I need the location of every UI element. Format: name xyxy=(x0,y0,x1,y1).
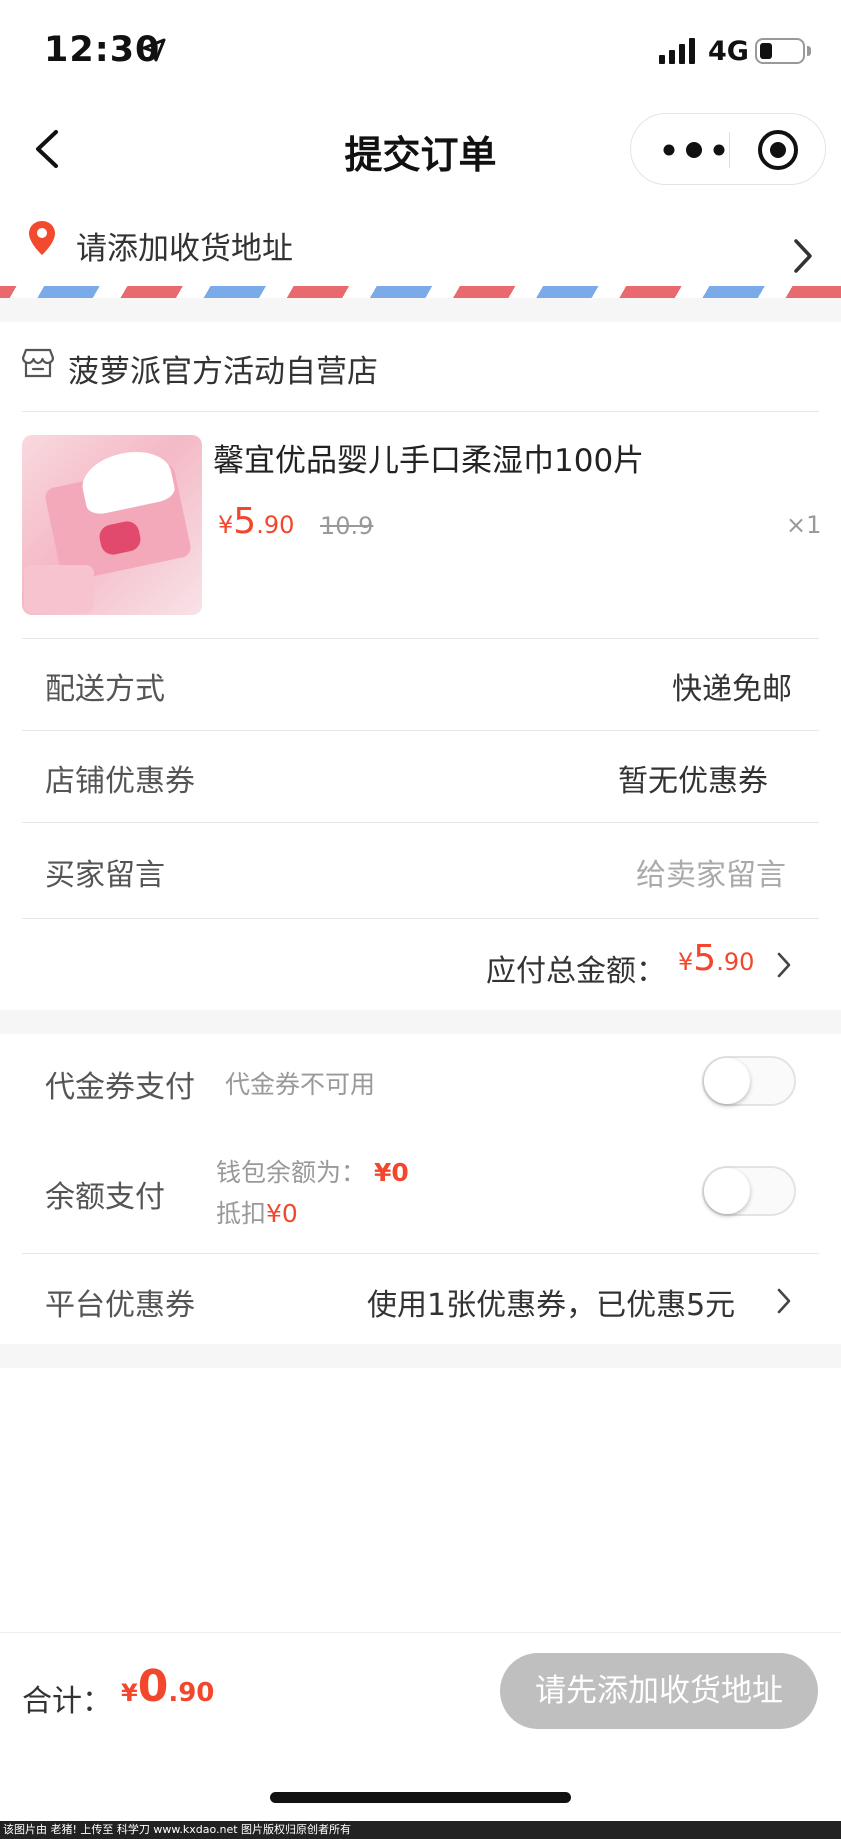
chevron-right-icon xyxy=(777,1288,791,1314)
buyer-message-input[interactable]: 给卖家留言 xyxy=(636,850,786,894)
store-coupon-value: 暂无优惠券 xyxy=(618,764,768,799)
store-name: 菠萝派官方活动自营店 xyxy=(68,354,378,390)
voucher-payment-row: 代金券支付 代金券不可用 xyxy=(0,1034,841,1126)
section-gap xyxy=(0,1344,841,1368)
divider xyxy=(22,822,819,823)
toggle-knob xyxy=(704,1168,750,1214)
more-dots-icon[interactable] xyxy=(659,136,729,164)
wallet-balance-amount: ¥0 xyxy=(373,1158,409,1187)
platform-coupon-value: 使用1张优惠券，已优惠5元 xyxy=(367,1288,736,1323)
capsule-divider xyxy=(729,132,730,168)
airmail-border-stripe xyxy=(0,286,841,298)
close-target-icon[interactable] xyxy=(756,128,800,172)
second-package-graphic xyxy=(24,565,94,613)
section-gap xyxy=(0,1010,841,1034)
sum-currency: ¥ xyxy=(121,1679,138,1707)
battery-icon xyxy=(755,38,805,64)
total-currency: ¥ xyxy=(678,948,694,976)
price-currency: ¥ xyxy=(218,511,234,539)
delivery-value: 快递免邮 xyxy=(672,672,792,707)
add-address-row[interactable]: 请添加收货地址 xyxy=(0,210,841,285)
signal-icon xyxy=(659,38,695,64)
add-address-prompt: 请添加收货地址 xyxy=(76,231,293,267)
divider xyxy=(22,730,819,731)
total-amount-row[interactable]: 应付总金额： ¥5.90 xyxy=(0,920,841,1010)
store-coupon-row[interactable]: 店铺优惠券 暂无优惠券 xyxy=(0,732,841,822)
platform-coupon-label: 平台优惠券 xyxy=(45,1288,195,1323)
divider xyxy=(22,1253,819,1254)
wallet-balance-label: 钱包余额为： xyxy=(216,1158,367,1187)
section-gap xyxy=(0,298,841,322)
location-pin-icon xyxy=(29,221,55,255)
voucher-note: 代金券不可用 xyxy=(225,1070,376,1099)
total-decimal: .90 xyxy=(716,948,755,976)
navigation-bar: 提交订单 xyxy=(0,100,841,200)
total-label: 应付总金额： xyxy=(486,954,666,989)
wallet-balance: 钱包余额为： ¥0 xyxy=(216,1153,409,1189)
balance-toggle[interactable] xyxy=(702,1166,796,1216)
voucher-toggle[interactable] xyxy=(702,1056,796,1106)
buyer-message-row: 买家留言 给卖家留言 xyxy=(0,826,841,916)
price-decimal: .90 xyxy=(256,511,295,539)
sum-label: 合计： xyxy=(22,1684,112,1719)
network-type: 4G xyxy=(708,36,749,67)
original-price: 10.9 xyxy=(320,512,374,540)
sum-price: ¥0.90 xyxy=(121,1661,214,1712)
product-price: ¥5.90 xyxy=(218,501,294,542)
product-title: 馨宜优品婴儿手口柔湿巾100片 xyxy=(213,443,645,479)
balance-payment-row: 余额支付 钱包余额为： ¥0 抵扣¥0 xyxy=(0,1134,841,1252)
status-bar: 12:30 4G xyxy=(0,0,841,100)
deduct-label: 抵扣 xyxy=(216,1199,267,1228)
store-icon xyxy=(22,348,54,378)
location-arrow-icon xyxy=(142,38,166,62)
mini-program-capsule xyxy=(630,113,826,185)
balance-payment-label: 余额支付 xyxy=(45,1180,165,1215)
toggle-knob xyxy=(704,1058,750,1104)
store-header: 菠萝派官方活动自营店 xyxy=(0,322,841,412)
store-coupon-label: 店铺优惠券 xyxy=(45,764,195,799)
divider xyxy=(22,411,819,412)
divider xyxy=(22,638,819,639)
chevron-right-icon xyxy=(777,952,791,978)
home-indicator[interactable] xyxy=(270,1792,571,1803)
divider xyxy=(22,918,819,919)
product-quantity: ×1 xyxy=(786,511,822,539)
platform-coupon-row[interactable]: 平台优惠券 使用1张优惠券，已优惠5元 xyxy=(0,1256,841,1344)
deduct-amount: 抵扣¥0 xyxy=(216,1194,298,1230)
deduct-value: ¥0 xyxy=(266,1199,298,1228)
checkout-bar: 合计： ¥0.90 请先添加收货地址 xyxy=(0,1632,841,1774)
sum-integer: 0 xyxy=(137,1661,169,1712)
submit-order-button[interactable]: 请先添加收货地址 xyxy=(500,1653,818,1729)
product-item: 馨宜优品婴儿手口柔湿巾100片 ¥5.90 10.9 ×1 xyxy=(0,435,841,615)
watermark-text: 该图片由 老猪! 上传至 科学刀 www.kxdao.net 图片版权归原创者所… xyxy=(0,1821,841,1839)
product-image xyxy=(22,435,202,615)
buyer-message-label: 买家留言 xyxy=(45,858,165,893)
total-price: ¥5.90 xyxy=(678,938,754,979)
voucher-payment-label: 代金券支付 xyxy=(45,1070,195,1105)
delivery-label: 配送方式 xyxy=(45,672,165,707)
price-integer: 5 xyxy=(233,501,257,542)
total-integer: 5 xyxy=(693,938,717,979)
battery-tip xyxy=(807,46,811,56)
chevron-right-icon xyxy=(794,239,812,273)
delivery-method-row[interactable]: 配送方式 快递免邮 xyxy=(0,640,841,730)
sum-decimal: .90 xyxy=(168,1678,215,1708)
